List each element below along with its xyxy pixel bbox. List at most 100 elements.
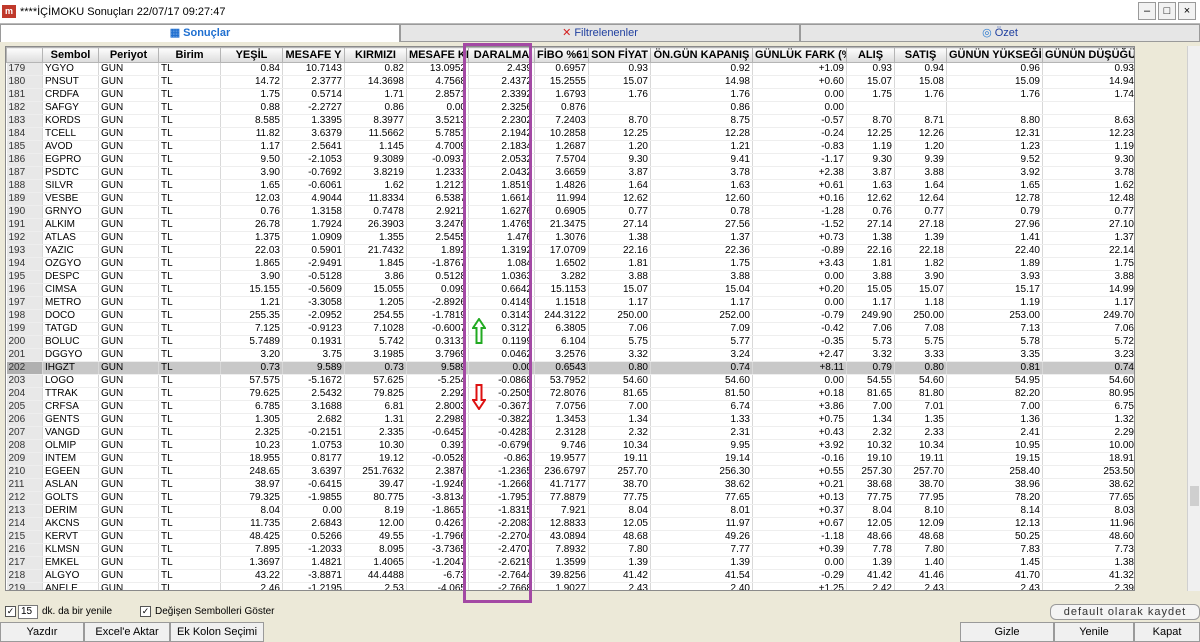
column-header-15[interactable]: GÜNÜN YÜKSEĞİ [946,47,1043,63]
table-cell: 4.7568 [406,75,469,89]
maximize-button[interactable]: □ [1158,2,1176,20]
table-row[interactable]: 185 AVOD GUN TL 1.17 2.5641 1.145 4.7009 2.1834 1… [6,140,1134,154]
row-index-cell: 185 [6,140,43,154]
table-row[interactable]: 213 DERIM GUN TL 8.04 0.00 8.19 -1.8657 -1.8315 7… [6,504,1134,518]
column-header-3[interactable]: Birim [158,47,221,63]
table-cell: SILVR [42,179,99,193]
tab-ozet[interactable]: ◎ Özet [800,24,1200,42]
auto-refresh-checkbox[interactable]: ✓ [5,606,16,617]
table-cell: 12.23 [1042,127,1134,141]
table-row[interactable]: 198 DOCO GUN TL 255.35 -2.0952 254.55 -1.7819 0.… [6,309,1134,323]
tab-filtrelenenler[interactable]: ✕ Filtrelenenler [400,24,800,42]
default-save-button[interactable]: default olarak kaydet [1050,604,1200,620]
column-header-5[interactable]: MESAFE Y [282,47,345,63]
column-header-13[interactable]: ALIŞ [846,47,895,63]
table-row[interactable]: 208 OLMIP GUN TL 10.23 1.0753 10.30 0.391 -0.679… [6,439,1134,453]
table-row[interactable]: 215 KERVT GUN TL 48.425 0.5266 49.55 -1.7966 -2.… [6,530,1134,544]
table-row[interactable]: 189 VESBE GUN TL 12.03 4.9044 11.8334 6.5387 1.6… [6,192,1134,206]
table-row[interactable]: 211 ASLAN GUN TL 38.97 -0.6415 39.47 -1.9246 -1.… [6,478,1134,492]
scrollbar-thumb[interactable] [1190,486,1199,506]
vertical-scrollbar[interactable] [1187,46,1200,591]
column-header-16[interactable]: GÜNÜN DÜŞÜĞÜ [1042,47,1134,63]
table-row[interactable]: 191 ALKIM GUN TL 26.78 1.7924 26.3903 3.2476 1.4… [6,218,1134,232]
table-row[interactable]: 209 INTEM GUN TL 18.955 0.8177 19.12 -0.0528 -0.… [6,452,1134,466]
row-index-cell: 208 [6,439,43,453]
export-excel-button[interactable]: Excel'e Aktar [84,622,170,642]
table-cell: 26.3903 [344,218,407,232]
table-row[interactable]: 193 YAZIC GUN TL 22.03 0.5901 21.7432 1.892 1.31… [6,244,1134,258]
column-header-4[interactable]: YEŞİL [220,47,283,63]
table-row[interactable]: 194 OZGYO GUN TL 1.865 -2.9491 1.845 -1.8767 1.0… [6,257,1134,271]
close-button[interactable]: Kapat [1134,622,1200,642]
table-cell: -0.42 [752,322,847,336]
table-row[interactable]: 212 GOLTS GUN TL 79.325 -1.9855 80.775 -3.8134-… [6,491,1134,505]
table-row[interactable]: 201 DGGYO GUN TL 3.20 3.75 3.1985 3.7969 0.0462 3… [6,348,1134,362]
table-row[interactable]: 192 ATLAS GUN TL 1.375 1.0909 1.355 2.5455 1.476… [6,231,1134,245]
table-cell: 249.90 [846,309,895,323]
refresh-interval-input[interactable]: 15 [18,605,38,619]
table-row[interactable]: 184 TCELL GUN TL 11.82 3.6379 11.5662 5.7851 2.1… [6,127,1134,141]
table-row[interactable]: 197 METRO GUN TL 1.21 -3.3058 1.205 -2.8926 0.41… [6,296,1134,310]
table-row[interactable]: 217 EMKEL GUN TL 1.3697 1.4821 1.4065 -1.2047 -2… [6,556,1134,570]
table-row[interactable]: 186 EGPRO GUN TL 9.50 -2.1053 9.3089 -0.0937 2.0… [6,153,1134,167]
table-cell: 48.425 [220,530,283,544]
table-cell: GUN [98,543,159,557]
table-row[interactable]: 195 DESPC GUN TL 3.90 -0.5128 3.86 0.5128 1.0363… [6,270,1134,284]
table-row[interactable]: 210 EGEEN GUN TL 248.65 3.6397 251.7632 2.3876-… [6,465,1134,479]
table-row[interactable]: 214 AKCNS GUN TL 11.735 2.6843 12.00 0.4261 -2.2… [6,517,1134,531]
table-row[interactable]: 188 SILVR GUN TL 1.65 -0.6061 1.62 1.2121 1.8519… [6,179,1134,193]
table-row[interactable]: 219 ANELE GUN TL 2.46 -1.2195 2.53 -4.065 -2.766… [6,582,1134,590]
column-header-11[interactable]: ÖN.GÜN KAPANIŞ [650,47,753,63]
table-row[interactable]: 190 GRNYO GUN TL 0.76 1.3158 0.7478 2.9211 1.627… [6,205,1134,219]
table-row[interactable]: 180 PNSUT GUN TL 14.72 2.3777 14.3698 4.7568 2.4… [6,75,1134,89]
table-cell [846,101,895,115]
print-button[interactable]: Yazdır [0,622,84,642]
hide-button[interactable]: Gizle [960,622,1054,642]
table-row[interactable]: 182 SAFGY GUN TL 0.88 -2.2727 0.86 0.00 2.3256 0.… [6,101,1134,115]
table-row[interactable]: 196 CIMSA GUN TL 15.155 -0.5609 15.055 0.099 0.6… [6,283,1134,297]
table-row[interactable]: 206 GENTS GUN TL 1.305 2.682 1.31 2.2989 -0.3822… [6,413,1134,427]
column-header-14[interactable]: SATIŞ [894,47,947,63]
close-window-button[interactable]: × [1178,2,1196,20]
minimize-button[interactable]: – [1138,2,1156,20]
column-header-12[interactable]: GÜNLÜK FARK (%) [752,47,847,63]
table-row[interactable]: 203 LOGO GUN TL 57.575 -5.1672 57.625 -5.254 -0.… [6,374,1134,388]
table-cell: 1.20 [894,140,947,154]
table-cell: 11.994 [534,192,589,206]
table-cell: AVOD [42,140,99,154]
table-row[interactable]: 183 KORDS GUN TL 8.585 1.3395 8.3977 3.5213 2.23… [6,114,1134,128]
add-column-button[interactable]: Ek Kolon Seçimi [170,622,264,642]
show-changed-checkbox[interactable]: ✓ [140,606,151,617]
grid-icon: ▦ [169,27,181,39]
column-header-9[interactable]: FİBO %61. [534,47,589,63]
column-header-8[interactable]: DARALMA [468,47,535,63]
table-row[interactable]: 199 TATGD GUN TL 7.125 -0.9123 7.1028 -0.6007 0.… [6,322,1134,336]
table-cell: GUN [98,478,159,492]
table-row[interactable]: 205 CRFSA GUN TL 6.785 3.1688 6.81 2.8003 -0.367… [6,400,1134,414]
table-cell: 252.00 [650,309,753,323]
table-cell [946,101,1043,115]
table-cell: GRNYO [42,205,99,219]
table-row[interactable]: 181 CRDFA GUN TL 1.75 0.5714 1.71 2.8571 2.3392 1… [6,88,1134,102]
table-row[interactable]: 202 IHGZT GUN TL 0.73 9.589 0.73 9.589 0.00 0.654… [6,361,1134,375]
table-cell: 7.8932 [534,543,589,557]
column-header-index[interactable] [6,47,43,63]
table-cell: -0.24 [752,127,847,141]
table-row[interactable]: 207 VANGD GUN TL 2.325 -0.2151 2.335 -0.6452 -0.… [6,426,1134,440]
table-row[interactable]: 216 KLMSN GUN TL 7.895 -1.2033 8.095 -3.7365 -2.… [6,543,1134,557]
table-cell: -1.8767 [406,257,469,271]
table-row[interactable]: 218 ALGYO GUN TL 43.22 -3.8871 44.4488 -6.73 -2.… [6,569,1134,583]
column-header-6[interactable]: KIRMIZI [344,47,407,63]
table-row[interactable]: 179 YGYO GUN TL 0.84 10.7143 0.82 13.0952 2.439 0… [6,62,1134,76]
column-header-10[interactable]: SON FİYAT [588,47,651,63]
column-header-7[interactable]: MESAFE KI [406,47,469,63]
table-row[interactable]: 187 PSDTC GUN TL 3.90 -0.7692 3.8219 1.2333 2.04… [6,166,1134,180]
column-header-1[interactable]: Sembol [42,47,99,63]
column-header-2[interactable]: Periyot [98,47,159,63]
table-cell: -2.2704 [468,530,535,544]
tab-sonuclar[interactable]: ▦ Sonuçlar [0,24,400,42]
refresh-button[interactable]: Yenile [1054,622,1134,642]
results-grid[interactable]: Sembol Periyot Birim YEŞİL MESAFE Y KIRMIZI ME… [5,46,1135,591]
table-row[interactable]: 204 TTRAK GUN TL 79.625 2.5432 79.825 2.292 -0.2… [6,387,1134,401]
table-row[interactable]: 200 BOLUC GUN TL 5.7489 0.1931 5.742 0.3131 0.11… [6,335,1134,349]
